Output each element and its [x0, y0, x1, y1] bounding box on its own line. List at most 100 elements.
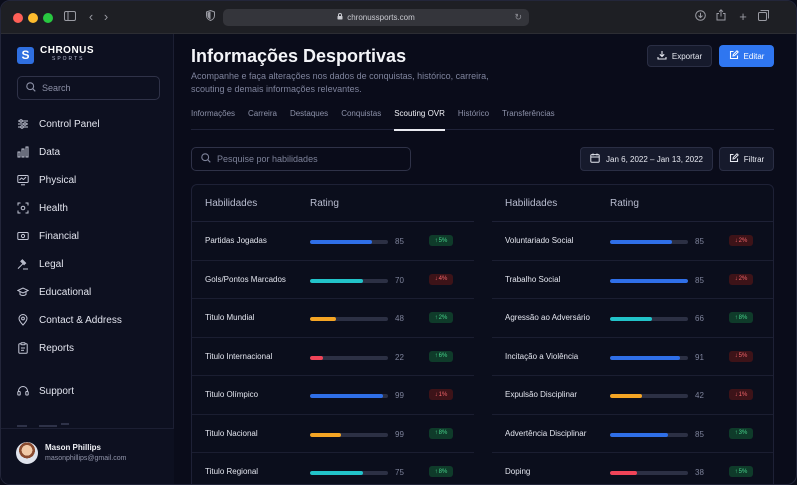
export-button[interactable]: Exportar: [647, 45, 712, 67]
filter-button[interactable]: Filtrar: [719, 147, 774, 171]
rating-column-header: Rating: [310, 197, 339, 209]
skill-name: Partidas Jogadas: [205, 236, 267, 245]
filter-label: Filtrar: [743, 154, 765, 164]
tab-scouting-ovr[interactable]: Scouting OVR: [394, 108, 445, 131]
arrow-up-icon: ↑: [434, 314, 438, 321]
scan-icon: [17, 202, 29, 214]
skill-search-input[interactable]: Pesquise por habilidades: [191, 147, 411, 171]
forward-icon[interactable]: ›: [101, 9, 111, 25]
sidebar-item-legal[interactable]: Legal: [17, 250, 167, 278]
trend-badge: ↓ 1%: [729, 389, 753, 400]
table-row[interactable]: Partidas Jogadas 85 ↑ 5%: [192, 222, 474, 261]
rating-value: 38: [695, 468, 704, 477]
arrow-up-icon: ↑: [434, 430, 438, 436]
rating-bar-fill: [610, 355, 681, 360]
sidebar-search-input[interactable]: Search: [17, 76, 160, 100]
shield-icon[interactable]: [204, 9, 216, 25]
sidebar-item-data[interactable]: Data: [17, 138, 167, 166]
rating-value: 70: [395, 275, 404, 285]
skill-name: Titulo Olímpico: [205, 390, 259, 399]
tab-informacoes[interactable]: Informações: [191, 108, 235, 130]
table-row[interactable]: Trabalho Social 85 ↓ 2%: [492, 261, 773, 299]
arrow-up-icon: ↑: [434, 468, 438, 475]
table-row[interactable]: Titulo Olímpico 99 ↓ 1%: [192, 376, 474, 415]
rating-value: 22: [395, 352, 404, 362]
monitor-icon: [17, 174, 29, 186]
clipboard-icon: [17, 342, 29, 354]
maximize-window-button[interactable]: [43, 13, 53, 23]
sidebar-item-physical[interactable]: Physical: [17, 166, 167, 194]
table-row[interactable]: Voluntariado Social 85 ↓ 2%: [492, 222, 773, 261]
sidebar-item-health[interactable]: Health: [17, 194, 167, 222]
skill-name: Voluntariado Social: [505, 236, 574, 245]
table-row[interactable]: Doping 38 ↑ 5%: [492, 453, 773, 484]
skill-column-header: Habilidades: [505, 197, 558, 209]
bar-chart-icon: [17, 146, 29, 158]
table-row[interactable]: Titulo Nacional 99 ↑ 8%: [192, 415, 474, 453]
close-window-button[interactable]: [13, 13, 23, 23]
rating-bar-fill: [310, 317, 336, 321]
brand-logo[interactable]: S CHRONUS SPORTS: [17, 46, 94, 64]
arrow-down-icon: ↓: [734, 276, 738, 282]
table-row[interactable]: Titulo Regional 75 ↑ 8%: [192, 453, 474, 484]
table-row[interactable]: Advertência Disciplinar 85 ↑ 3%: [492, 415, 773, 453]
rating-bar: [610, 240, 688, 244]
sidebar-item-educational[interactable]: Educational: [17, 278, 167, 306]
trend-badge: ↓ 4%: [429, 273, 453, 285]
avatar: [16, 442, 38, 464]
sidebar-overflow-indicator: [17, 417, 77, 427]
table-row[interactable]: Gols/Pontos Marcados 70 ↓ 4%: [192, 261, 474, 299]
trend-change: 4%: [438, 276, 448, 282]
download-icon[interactable]: [694, 9, 706, 25]
trend-badge: ↑ 8%: [429, 427, 453, 439]
tab-conquistas[interactable]: Conquistas: [341, 108, 381, 130]
sidebar-item-reports[interactable]: Reports: [17, 334, 167, 362]
table-row[interactable]: Titulo Mundial 48 ↑ 2%: [192, 299, 474, 338]
scouting-table: Habilidades Rating Partidas Jogadas 85 ↑ 5%…: [191, 184, 774, 484]
table-header: Habilidades Rating: [192, 185, 474, 222]
arrow-down-icon: ↓: [734, 391, 738, 398]
sidebar-item-contact-address[interactable]: Contact & Address: [17, 306, 167, 334]
new-tab-icon[interactable]: +: [737, 9, 749, 25]
export-icon: [657, 50, 667, 62]
address-bar[interactable]: chronussports.com ↻: [223, 9, 529, 26]
share-icon[interactable]: [715, 9, 727, 25]
back-icon[interactable]: ‹: [86, 9, 96, 25]
date-range-button[interactable]: Jan 6, 2022 – Jan 13, 2022: [580, 147, 713, 171]
trend-badge: ↑ 3%: [729, 427, 753, 439]
skill-name: Titulo Mundial: [205, 313, 255, 322]
trend-badge: ↑ 8%: [729, 312, 753, 323]
user-profile[interactable]: Mason Phillips masonphillips@gmail.com: [1, 428, 174, 484]
table-row[interactable]: Titulo Internacional 22 ↑ 6%: [192, 338, 474, 376]
tab-historico[interactable]: Histórico: [458, 108, 489, 130]
table-row[interactable]: Expulsão Disciplinar 42 ↓ 1%: [492, 376, 773, 415]
edit-button[interactable]: Editar: [719, 45, 774, 67]
tab-transferencias[interactable]: Transferências: [502, 108, 555, 130]
table-row[interactable]: Incitação a Violência 91 ↓ 5%: [492, 338, 773, 376]
scouting-column-right: Habilidades Rating Voluntariado Social 85…: [492, 185, 773, 484]
rating-value: 91: [695, 352, 704, 362]
rating-bar: [310, 278, 388, 283]
rating-bar: [310, 471, 388, 475]
reload-icon[interactable]: ↻: [514, 12, 522, 23]
sidebar-item-support[interactable]: Support: [17, 377, 74, 405]
headset-icon: [17, 385, 29, 397]
rating-bar: [610, 355, 688, 360]
url-text: chronussports.com: [347, 13, 415, 22]
rating-bar-fill: [610, 471, 638, 475]
trend-change: 5%: [738, 468, 748, 475]
main-content: Informações Desportivas Acompanhe e faça…: [174, 34, 796, 484]
arrow-up-icon: ↑: [434, 353, 438, 359]
skill-name: Titulo Regional: [205, 467, 259, 476]
arrow-down-icon: ↓: [734, 353, 738, 359]
tab-carreira[interactable]: Carreira: [248, 108, 277, 130]
section-tabs: Informações Carreira Destaques Conquistas Sc…: [191, 108, 774, 131]
sidebar-item-control-panel[interactable]: Control Panel: [17, 110, 167, 138]
sidebar-toggle-icon[interactable]: [63, 9, 77, 25]
sidebar-item-financial[interactable]: Financial: [17, 222, 167, 250]
tab-destaques[interactable]: Destaques: [290, 108, 328, 130]
tab-overview-icon[interactable]: [757, 9, 769, 25]
minimize-window-button[interactable]: [28, 13, 38, 23]
sidebar-nav: Control Panel Data Physical Health Financial…: [17, 110, 167, 362]
table-row[interactable]: Agressão ao Adversário 66 ↑ 8%: [492, 299, 773, 338]
